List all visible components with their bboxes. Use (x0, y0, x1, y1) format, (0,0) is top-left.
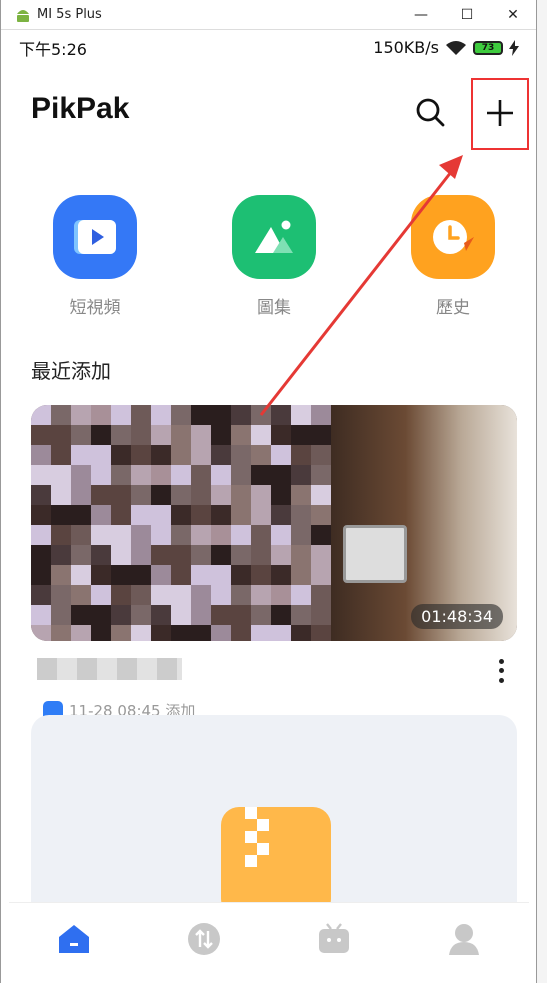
tab-tv[interactable] (312, 917, 356, 961)
wifi-icon (446, 40, 466, 55)
tab-home[interactable] (52, 917, 96, 961)
zip-file-icon (221, 807, 331, 917)
search-icon (416, 98, 445, 127)
blurred-file-name (37, 658, 182, 680)
android-icon (17, 9, 29, 22)
quick-label-short-video: 短視頻 (69, 298, 121, 318)
video-icon (53, 195, 137, 279)
more-dot-icon (498, 659, 504, 665)
status-bar: 下午5:26 150KB/s 73 (9, 30, 529, 65)
quick-label-history: 歷史 (436, 298, 470, 318)
pixelated-thumbnail (31, 405, 331, 641)
quick-item-gallery[interactable]: 圖集 (232, 195, 316, 318)
quick-item-history[interactable]: 歷史 (411, 195, 495, 318)
home-icon (59, 925, 89, 953)
app-title: PikPak (31, 92, 130, 125)
window-titlebar: MI 5s Plus — ☐ ✕ (1, 0, 536, 30)
recent-video-thumbnail[interactable]: 01:48:34 (31, 405, 517, 641)
minimize-button[interactable]: — (398, 0, 444, 29)
phone-screen: 下午5:26 150KB/s 73 PikPak 短視頻 圖集 歷史 最近添加 … (9, 30, 529, 975)
more-dot-icon (498, 668, 504, 674)
thumbnail-microwave (343, 525, 407, 583)
tab-transfer[interactable] (182, 917, 226, 961)
window-title: MI 5s Plus (37, 7, 102, 22)
battery-level: 73 (481, 42, 495, 53)
transfer-icon (188, 923, 220, 955)
charging-icon (509, 39, 519, 56)
section-title-recent: 最近添加 (31, 359, 111, 383)
app-header: PikPak (9, 80, 529, 140)
video-duration: 01:48:34 (411, 604, 503, 629)
battery-icon: 73 (473, 40, 503, 55)
more-options-button[interactable] (489, 657, 513, 685)
quick-label-gallery: 圖集 (257, 298, 291, 318)
network-speed: 150KB/s (373, 38, 439, 57)
history-icon (411, 195, 495, 279)
status-time: 下午5:26 (19, 39, 87, 59)
bottom-tab-bar (9, 902, 529, 975)
tv-icon (319, 923, 349, 953)
plus-icon (487, 100, 513, 126)
profile-icon (449, 924, 479, 955)
maximize-button[interactable]: ☐ (444, 0, 490, 29)
quick-item-short-video[interactable]: 短視頻 (53, 195, 137, 318)
tab-profile[interactable] (442, 917, 486, 961)
emulator-window: MI 5s Plus — ☐ ✕ 下午5:26 150KB/s 73 PikPa… (0, 0, 537, 983)
close-button[interactable]: ✕ (490, 0, 536, 29)
more-dot-icon (498, 677, 504, 683)
gallery-icon (232, 195, 316, 279)
search-button[interactable] (414, 96, 448, 130)
desktop-background (537, 0, 547, 983)
add-button-highlight[interactable] (471, 78, 529, 150)
